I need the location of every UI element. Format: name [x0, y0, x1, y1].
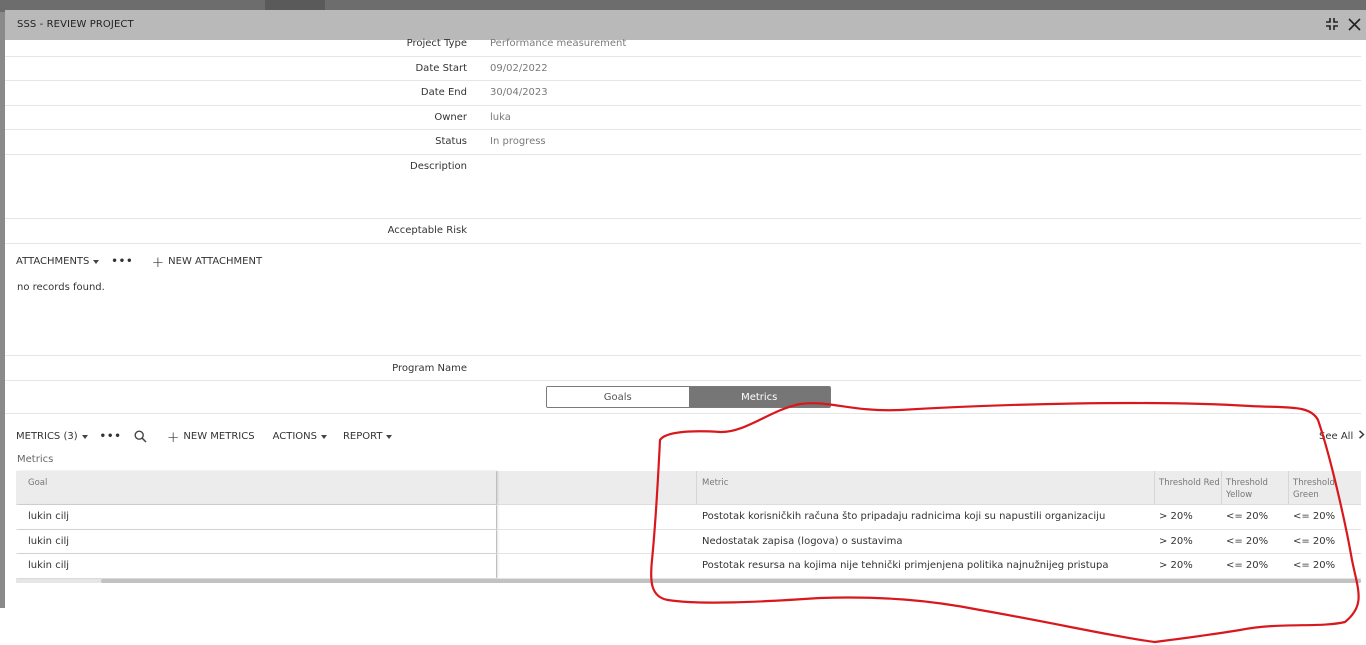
field-label: Status: [435, 136, 467, 147]
field-label: Date Start: [415, 63, 467, 74]
column-header-line: Yellow: [1226, 490, 1253, 500]
caret-down-icon: [93, 259, 100, 264]
attachments-title: ATTACHMENTS: [16, 256, 90, 267]
field-value: luka: [490, 112, 511, 123]
cell-goal: lukin cilj: [28, 560, 70, 572]
cell-threshold-red: > 20%: [1159, 535, 1193, 547]
cell-threshold-yellow: <= 20%: [1226, 535, 1269, 547]
cell-threshold-yellow: <= 20%: [1226, 511, 1269, 523]
field-value: 09/02/2022: [490, 63, 548, 74]
cell-threshold-green: <= 20%: [1293, 511, 1336, 523]
review-project-modal: SSS - REVIEW PROJECT Project Type Perfor…: [5, 10, 1366, 608]
goals-metrics-toggle: Goals Metrics: [546, 386, 831, 408]
field-acceptable-risk: Acceptable Risk: [5, 219, 1361, 244]
column-header-threshold-yellow[interactable]: Threshold Yellow: [1226, 477, 1268, 501]
modal-title: SSS - REVIEW PROJECT: [17, 19, 134, 30]
column-header-metric[interactable]: Metric: [702, 477, 728, 489]
field-label: Date End: [420, 87, 467, 98]
field-label: Project Type: [406, 38, 467, 49]
column-header-line: Threshold: [1293, 478, 1335, 488]
field-value: Performance measurement: [490, 38, 627, 49]
more-options-icon[interactable]: •••: [111, 256, 133, 267]
field-label: Acceptable Risk: [387, 225, 467, 236]
cell-metric: Nedostatak zapisa (logova) o sustavima: [702, 535, 903, 547]
cell-metric: Postotak korisničkih računa što pripadaj…: [702, 511, 1106, 523]
metrics-toolbar: METRICS (3) ••• + NEW METRICS ACTIONS RE…: [16, 427, 393, 446]
field-description: Description: [5, 155, 1361, 219]
metrics-caption: Metrics: [17, 454, 54, 465]
chevron-right-icon: [1359, 430, 1365, 439]
cell-metric: Postotak resursa na kojima nije tehnički…: [702, 560, 1109, 572]
cell-threshold-red: > 20%: [1159, 511, 1193, 523]
tab-goals[interactable]: Goals: [547, 387, 689, 407]
report-label: REPORT: [342, 431, 383, 442]
actions-dropdown[interactable]: ACTIONS: [273, 431, 327, 442]
column-header-threshold-green[interactable]: Threshold Green: [1293, 477, 1335, 501]
table-row[interactable]: lukin cilj Nedostatak zapisa (logova) o …: [16, 529, 1361, 554]
caret-down-icon: [320, 434, 327, 439]
field-value: 30/04/2023: [490, 87, 548, 98]
cell-goal: lukin cilj: [28, 535, 70, 547]
tab-metrics[interactable]: Metrics: [688, 387, 830, 407]
cell-threshold-green: <= 20%: [1293, 560, 1336, 572]
table-header: Goal Metric Threshold Red Threshold Yell…: [16, 471, 1361, 505]
new-attachment-label: NEW ATTACHMENT: [168, 256, 263, 267]
attachments-dropdown[interactable]: ATTACHMENTS: [16, 256, 100, 267]
scrollbar-thumb[interactable]: [101, 578, 1361, 583]
column-header-threshold-red[interactable]: Threshold Red: [1159, 477, 1220, 489]
cell-threshold-red: > 20%: [1159, 560, 1193, 572]
table-row[interactable]: lukin cilj Postotak korisničkih računa š…: [16, 505, 1361, 530]
close-icon[interactable]: [1345, 15, 1363, 33]
new-attachment-button[interactable]: + NEW ATTACHMENT: [151, 252, 263, 271]
field-date-end: Date End 30/04/2023: [5, 81, 1361, 106]
field-owner: Owner luka: [5, 106, 1361, 130]
cell-threshold-yellow: <= 20%: [1226, 560, 1269, 572]
see-all-label: See All: [1319, 431, 1354, 442]
column-header-line: Threshold: [1226, 478, 1268, 488]
new-metrics-button[interactable]: + NEW METRICS: [166, 427, 255, 446]
new-metrics-label: NEW METRICS: [183, 431, 255, 442]
field-value: In progress: [490, 136, 546, 147]
field-program-name: Program Name: [5, 355, 1361, 381]
divider: [5, 413, 1361, 414]
field-status: Status In progress: [5, 130, 1361, 155]
attachments-empty-message: no records found.: [17, 282, 105, 293]
table-row[interactable]: lukin cilj Postotak resursa na kojima ni…: [16, 554, 1361, 579]
see-all-link[interactable]: See All: [1319, 430, 1365, 442]
more-options-icon[interactable]: •••: [100, 431, 122, 442]
horizontal-scrollbar[interactable]: [16, 578, 1361, 583]
plus-icon: +: [166, 427, 180, 446]
field-date-start: Date Start 09/02/2022: [5, 57, 1361, 81]
modal-header: SSS - REVIEW PROJECT: [5, 10, 1366, 40]
plus-icon: +: [151, 252, 165, 271]
caret-down-icon: [386, 434, 393, 439]
cell-goal: lukin cilj: [28, 511, 70, 523]
field-label: Description: [410, 161, 467, 172]
metrics-table: Goal Metric Threshold Red Threshold Yell…: [16, 471, 1361, 583]
cell-threshold-green: <= 20%: [1293, 535, 1336, 547]
field-label: Program Name: [392, 363, 467, 374]
field-project-type: Project Type Performance measurement: [5, 38, 1361, 57]
actions-label: ACTIONS: [272, 431, 317, 442]
field-label: Owner: [434, 112, 467, 123]
column-header-line: Green: [1293, 490, 1319, 500]
attachments-toolbar: ATTACHMENTS ••• + NEW ATTACHMENT: [16, 252, 263, 271]
column-header-goal[interactable]: Goal: [28, 477, 47, 489]
search-icon[interactable]: [134, 430, 147, 443]
report-dropdown[interactable]: REPORT: [343, 431, 393, 442]
caret-down-icon: [81, 434, 88, 439]
collapse-arrows-icon[interactable]: [1323, 15, 1341, 33]
metrics-dropdown[interactable]: METRICS (3): [16, 431, 88, 442]
metrics-title: METRICS (3): [16, 431, 78, 442]
